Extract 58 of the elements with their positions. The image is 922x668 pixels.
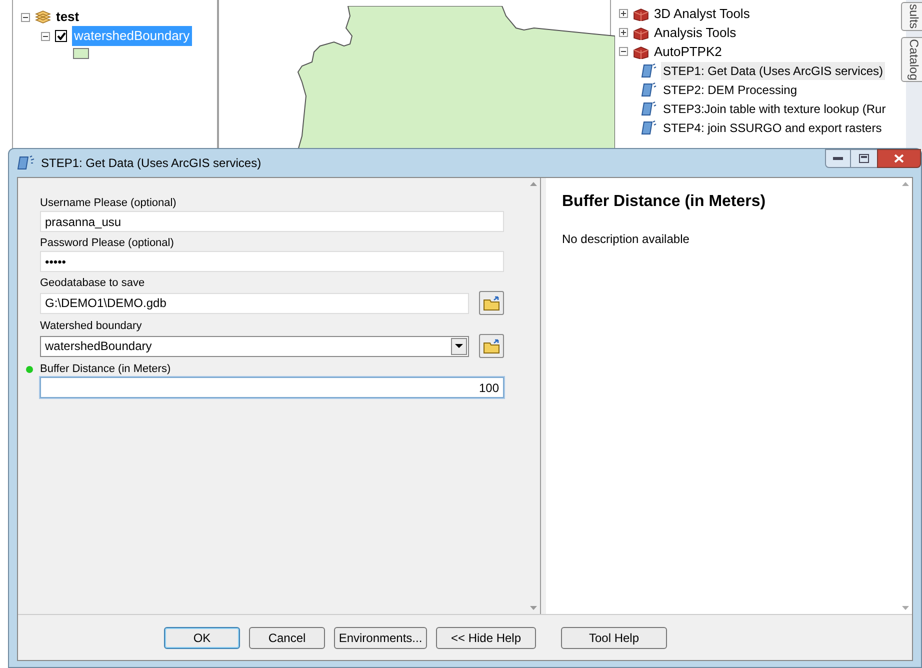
toolbox-label[interactable]: AutoPTPK2: [654, 42, 722, 62]
tool-item[interactable]: STEP3:Join table with texture lookup (Rur: [660, 100, 888, 118]
tool-item[interactable]: STEP2: DEM Processing: [660, 80, 799, 98]
browse-button[interactable]: [479, 291, 504, 315]
script-icon: [640, 120, 657, 135]
folder-icon: [482, 296, 501, 310]
parameter-label: Geodatabase to save: [40, 276, 145, 291]
help-title: Buffer Distance (in Meters): [562, 192, 767, 212]
close-icon: [894, 154, 904, 163]
layer-checkbox[interactable]: [55, 30, 67, 42]
minimize-button[interactable]: [825, 149, 851, 168]
expand-icon[interactable]: [618, 9, 628, 18]
minimize-icon: [833, 156, 843, 160]
parameter-label: Username Please (optional): [40, 196, 176, 211]
maximize-icon: [859, 154, 869, 163]
maximize-button[interactable]: [851, 149, 877, 168]
collapse-icon[interactable]: [41, 32, 50, 40]
script-icon: [640, 82, 657, 97]
folder-icon: [482, 338, 501, 354]
parameter-label: Buffer Distance (in Meters): [40, 362, 171, 377]
side-tab[interactable]: sults: [901, 2, 922, 31]
collapse-icon[interactable]: [21, 12, 30, 22]
dialog-button[interactable]: Tool Help: [561, 626, 667, 648]
legend-swatch: [73, 48, 89, 59]
dialog-button[interactable]: OK: [164, 626, 240, 648]
dialog-button[interactable]: Environments...: [334, 626, 427, 648]
caret-icon: [455, 344, 464, 348]
tool-item[interactable]: STEP4: join SSURGO and export rasters: [660, 118, 884, 136]
toolbox-icon: [632, 26, 649, 40]
toolbox-label[interactable]: 3D Analyst Tools: [654, 4, 750, 24]
side-tab[interactable]: Catalog: [901, 36, 922, 82]
layers-icon: [35, 10, 51, 24]
dialog-title: STEP1: Get Data (Uses ArcGIS services): [41, 155, 262, 172]
layer-group-label[interactable]: test: [56, 7, 80, 27]
expand-icon[interactable]: [618, 28, 628, 37]
toolbox-label[interactable]: Analysis Tools: [654, 22, 736, 42]
text-field[interactable]: prasanna_usu: [40, 211, 504, 232]
tool-item[interactable]: STEP1: Get Data (Uses ArcGIS services): [660, 62, 886, 80]
dropdown-button[interactable]: [451, 338, 468, 354]
close-button[interactable]: [877, 149, 921, 168]
parameter-label: Password Please (optional): [40, 236, 174, 251]
text-field[interactable]: •••••: [40, 251, 504, 272]
script-icon: [640, 101, 657, 116]
script-icon: [17, 155, 35, 171]
check-icon: [56, 32, 66, 40]
script-icon: [640, 63, 657, 78]
parameter-label: Watershed boundary: [40, 318, 142, 334]
collapse-icon[interactable]: [618, 47, 628, 56]
number-field[interactable]: 100: [40, 377, 504, 398]
toolbox-icon: [632, 44, 649, 58]
toolbox-icon: [632, 6, 649, 20]
dropdown-field[interactable]: watershedBoundary: [40, 336, 470, 356]
browse-button[interactable]: [479, 334, 504, 358]
path-field[interactable]: G:\DEMO1\DEMO.gdb: [40, 292, 470, 314]
dialog-button[interactable]: << Hide Help: [436, 626, 536, 648]
help-text: No description available: [562, 231, 690, 248]
dropdown-value: watershedBoundary: [45, 338, 153, 355]
dialog-button[interactable]: Cancel: [249, 626, 325, 648]
